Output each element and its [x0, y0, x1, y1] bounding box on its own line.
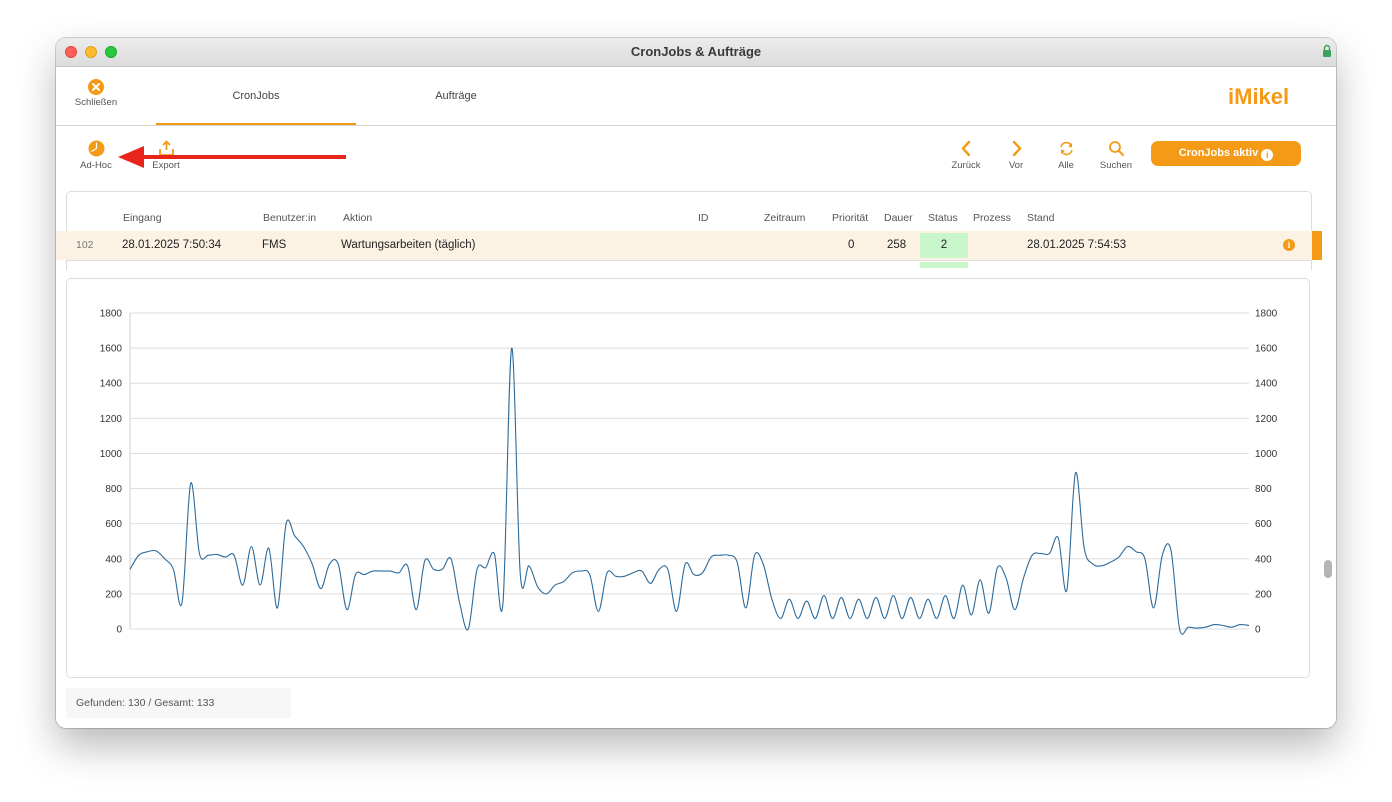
row-number: 102 [76, 239, 94, 251]
forward-button[interactable]: Vor [991, 140, 1041, 171]
duration-line-chart: 0 0 200 200 400 400 600 600 800 800 1000 1000 1200 12… [100, 309, 1278, 636]
y-tick-label-right: 1400 [1255, 379, 1278, 390]
svg-text:iMikel: iMikel [1228, 84, 1289, 109]
back-label: Zurück [951, 160, 981, 171]
chart-panel: 0 0 200 200 400 400 600 600 800 800 1000 1000 1200 12… [66, 278, 1310, 678]
col-aktion[interactable]: Aktion [343, 212, 372, 224]
adhoc-button[interactable]: Ad-Hoc [71, 140, 121, 171]
toolbar: Ad-Hoc Export Zurück Vor Alle Suchen Cro… [56, 126, 1336, 186]
col-status[interactable]: Status [928, 212, 958, 224]
col-prozess[interactable]: Prozess [973, 212, 1011, 224]
y-tick-label-right: 800 [1255, 484, 1272, 495]
next-row-status-hint [920, 262, 968, 268]
y-tick-label-left: 600 [105, 519, 122, 530]
y-tick-label-left: 1200 [100, 414, 123, 425]
info-icon: i [1261, 149, 1274, 161]
all-button[interactable]: Alle [1041, 140, 1091, 171]
y-tick-label-right: 1600 [1255, 344, 1278, 355]
y-tick-label-right: 0 [1255, 625, 1261, 636]
y-tick-label-right: 600 [1255, 519, 1272, 530]
table-header: Eingang Benutzer:in Aktion ID Zeitraum P… [67, 212, 1311, 228]
title-bar: CronJobs & Aufträge [56, 38, 1336, 67]
imikel-logo: iMikel [1228, 84, 1289, 109]
row-aktion: Wartungsarbeiten (täglich) [341, 239, 476, 251]
back-button[interactable]: Zurück [941, 140, 991, 171]
cronjobs-active-button[interactable]: CronJobs aktiv i [1151, 141, 1301, 166]
y-tick-label-left: 400 [105, 554, 122, 565]
series-line [129, 347, 1250, 635]
y-tick-label-left: 200 [105, 589, 122, 600]
row-benutzer: FMS [262, 239, 287, 251]
y-tick-label-left: 800 [105, 484, 122, 495]
annotation-arrow [118, 146, 346, 168]
cronjobs-active-label: CronJobs aktiv [1178, 147, 1259, 159]
search-icon [1108, 141, 1124, 156]
y-tick-label-right: 1800 [1255, 309, 1278, 320]
row-dauer: 258 [887, 239, 907, 251]
row-prioritaet: 0 [848, 239, 855, 251]
col-prioritaet[interactable]: Priorität [832, 212, 868, 224]
tab-cronjobs-label: CronJobs [232, 90, 280, 102]
chevron-left-icon [961, 140, 970, 157]
y-tick-label-left: 0 [116, 625, 122, 636]
found-count: Gefunden: 130 / Gesamt: 133 [76, 697, 215, 709]
status-bar: Gefunden: 130 / Gesamt: 133 [66, 688, 291, 718]
y-tick-label-right: 1000 [1255, 449, 1278, 460]
col-stand[interactable]: Stand [1027, 212, 1054, 224]
search-button[interactable]: Suchen [1091, 140, 1141, 171]
y-tick-label-right: 200 [1255, 589, 1272, 600]
col-id[interactable]: ID [698, 212, 709, 224]
row-info-icon[interactable]: i [1283, 239, 1295, 251]
y-tick-label-right: 1200 [1255, 414, 1278, 425]
row-status: 2 [920, 233, 968, 258]
close-circle-icon [88, 79, 104, 95]
col-benutzer[interactable]: Benutzer:in [263, 212, 316, 224]
search-label: Suchen [1099, 160, 1133, 171]
refresh-icon [1059, 141, 1073, 156]
tab-auftraege-label: Aufträge [435, 90, 477, 102]
tab-cronjobs[interactable]: CronJobs [156, 67, 356, 125]
close-button-label: Schließen [74, 97, 118, 108]
y-tick-label-left: 1000 [100, 449, 123, 460]
window-title: CronJobs & Aufträge [630, 44, 762, 59]
scrollbar-thumb[interactable] [1324, 560, 1332, 578]
chevron-right-icon [1012, 140, 1021, 157]
tab-auftraege[interactable]: Aufträge [356, 67, 556, 125]
y-tick-label-left: 1400 [100, 379, 123, 390]
y-tick-label-left: 1600 [100, 344, 123, 355]
y-tick-label-right: 400 [1255, 554, 1272, 565]
pie-chart-icon [88, 140, 104, 157]
navigation-bar: Schließen CronJobs Aufträge iMikel [56, 67, 1336, 126]
table-row-selected[interactable]: 102 28.01.2025 7:50:34 FMS Wartungsarbei… [56, 231, 1322, 260]
all-label: Alle [1058, 160, 1074, 171]
app-window: CronJobs & Aufträge Schließen CronJobs A… [56, 38, 1336, 728]
forward-label: Vor [1008, 160, 1024, 171]
row-selection-marker [1312, 231, 1322, 260]
lock-icon [1323, 44, 1331, 57]
col-dauer[interactable]: Dauer [884, 212, 913, 224]
col-zeitraum[interactable]: Zeitraum [764, 212, 805, 224]
row-stand: 28.01.2025 7:54:53 [1027, 239, 1127, 251]
row-eingang: 28.01.2025 7:50:34 [122, 239, 222, 251]
table-divider [66, 260, 1312, 261]
y-tick-label-left: 1800 [100, 309, 123, 320]
close-button[interactable]: Schließen [70, 79, 122, 108]
adhoc-label: Ad-Hoc [80, 160, 112, 171]
col-eingang[interactable]: Eingang [123, 212, 162, 224]
